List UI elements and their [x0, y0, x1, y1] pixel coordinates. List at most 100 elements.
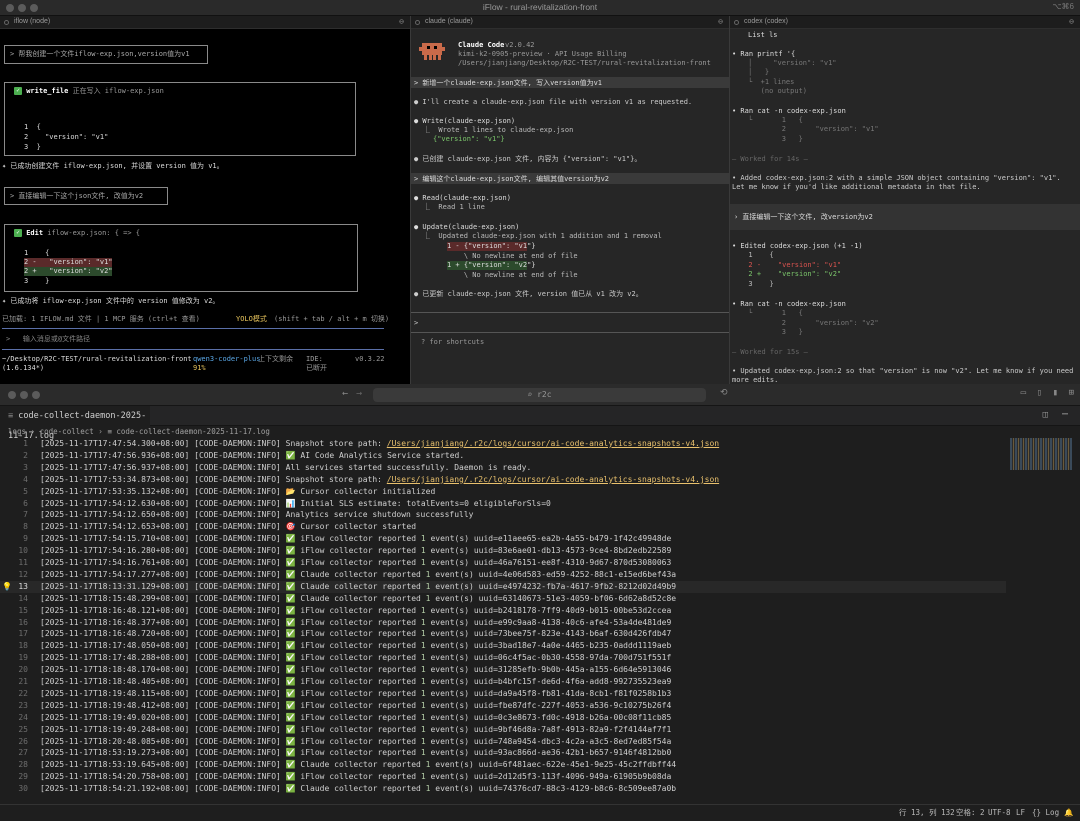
- claude-path: /Users/jianjiang/Desktop/R2C-TEST/rural-…: [458, 59, 711, 67]
- line-number: 8: [23, 522, 28, 532]
- codex-pane[interactable]: codex (codex) ⊖ List ls • Ran printf '{ …: [729, 16, 1080, 384]
- iflow-yolo-hint: (shift + tab / alt + m 切换): [274, 315, 390, 323]
- log-line: [2025-11-17T18:16:48.720+08:00] [CODE-DA…: [40, 629, 672, 639]
- codex-ran2-line: └ 1 {: [748, 116, 803, 124]
- copilot-icon[interactable]: ⟲: [720, 388, 728, 398]
- codex-updated-msg: • Updated codex-exp.json:2 so that "vers…: [732, 367, 1074, 384]
- more-actions-icon[interactable]: ⋯: [1062, 409, 1068, 420]
- cursor-position[interactable]: 行 13, 列 132: [899, 805, 955, 821]
- codex-ran1-line: │ }: [748, 68, 770, 76]
- codex-edited-line: 1 {: [740, 251, 774, 259]
- log-line: [2025-11-17T18:53:19.645+08:00] [CODE-DA…: [40, 760, 677, 770]
- codex-edited-line-added: 2 + "version": "v2": [740, 270, 842, 278]
- log-line: [2025-11-17T17:54:12.653+08:00] [CODE-DA…: [40, 522, 417, 532]
- codex-ran1-line: (no output): [748, 87, 808, 95]
- claude-pane-header: claude (claude) ⊖: [411, 16, 729, 29]
- minimap[interactable]: [1010, 438, 1072, 470]
- line-number: 17: [18, 629, 28, 639]
- codex-edited: • Edited codex-exp.json (+1 -1): [732, 242, 863, 250]
- notifications-bell-icon[interactable]: 🔔: [1064, 805, 1073, 821]
- iflow-status-context: 上下文剩余: [258, 355, 293, 363]
- codex-added-msg: • Added codex-exp.json:2 with a simple J…: [732, 174, 1061, 191]
- breadcrumb[interactable]: logs › code-collect › ≡ code-collect-dae…: [0, 426, 1080, 438]
- back-arrow-icon[interactable]: ←: [342, 388, 348, 399]
- codex-ran1-line: │ "version": "v1": [748, 59, 837, 67]
- iflow-prompt-1: > 帮我创建一个文件iflow-exp.json,version值为v1: [10, 50, 190, 58]
- iflow-status-version: v0.3.22: [355, 355, 385, 363]
- iflow-edit-line-added: 2 + "version": "v2": [24, 267, 113, 276]
- terminal-window: iFlow - rural-revitalization-front ⌥⌘6 i…: [0, 0, 1080, 384]
- line-number: 1: [23, 439, 28, 448]
- claude-input[interactable]: >: [414, 319, 418, 328]
- log-line: [2025-11-17T18:19:49.020+08:00] [CODE-DA…: [40, 712, 672, 722]
- claude-diff-added: 1 + {"version": "v2"}: [447, 261, 536, 270]
- iflow-status-path: ~/Desktop/R2C-TEST/rural-revitalization-…: [2, 355, 192, 363]
- minimize-window-button[interactable]: [20, 391, 28, 399]
- input-divider: [2, 328, 384, 329]
- iflow-write-line-3: 3 }: [24, 143, 41, 151]
- log-line: [2025-11-17T18:19:48.412+08:00] [CODE-DA…: [40, 700, 672, 710]
- line-number: 29: [18, 772, 28, 782]
- editor-tab[interactable]: ≡ code-collect-daemon-2025-11-17.log: [0, 406, 150, 441]
- line-number: 26: [18, 736, 28, 746]
- terminal-titlebar: iFlow - rural-revitalization-front ⌥⌘6: [0, 0, 1080, 16]
- language-mode[interactable]: {} Log: [1032, 805, 1059, 821]
- pane-indicator-icon: [4, 20, 9, 25]
- pane-close-icon[interactable]: ⊖: [1069, 17, 1074, 26]
- line-number: 16: [18, 617, 28, 627]
- toggle-sidebar-icon[interactable]: ▯: [1037, 388, 1042, 398]
- command-search-input[interactable]: ⌕ r2c: [373, 388, 706, 402]
- codex-ran-2: • Ran cat -n codex-exp.json: [732, 107, 846, 115]
- eol-setting[interactable]: LF: [1016, 805, 1025, 821]
- toggle-secondary-icon[interactable]: ▮: [1053, 388, 1058, 398]
- log-line: [2025-11-17T18:18:48.170+08:00] [CODE-DA…: [40, 665, 672, 675]
- file-path-link[interactable]: /Users/jianjiang/.r2c/logs/cursor/ai-cod…: [387, 475, 719, 484]
- claude-done-1: ● 已创建 claude-exp.json 文件, 内容为 {"version"…: [414, 155, 642, 163]
- line-number: 2: [23, 450, 28, 460]
- codex-worked-2: — Worked for 15s —: [732, 348, 808, 356]
- line-number: 15: [18, 605, 28, 615]
- check-icon: ✓: [14, 229, 22, 237]
- indent-setting[interactable]: 空格: 2: [956, 805, 985, 821]
- claude-read-result: ⎿ Read 1 line: [423, 203, 485, 211]
- log-line: [2025-11-17T17:54:16.280+08:00] [CODE-DA…: [40, 546, 672, 556]
- codex-ran2-line: 2 "version": "v1": [748, 125, 879, 133]
- window-title: iFlow - rural-revitalization-front: [482, 2, 598, 12]
- toggle-panel-icon[interactable]: ▭: [1021, 388, 1026, 398]
- line-number: 20: [18, 665, 28, 675]
- layout-icon[interactable]: ⊞: [1069, 388, 1074, 398]
- claude-update-call: ● Update(claude-exp.json): [414, 223, 520, 231]
- zoom-window-button[interactable]: [32, 391, 40, 399]
- iflow-status-branch: (1.6.134*): [2, 364, 45, 372]
- claude-pane[interactable]: claude (claude) ⊖ Claude Code v2.0.42 ki…: [410, 16, 729, 384]
- log-editor[interactable]: 1 [2025-11-17T17:47:54.300+08:00] [CODE-D…: [0, 438, 1010, 798]
- log-line: [2025-11-17T18:17:48.288+08:00] [CODE-DA…: [40, 653, 672, 663]
- line-number: 24: [18, 712, 28, 722]
- close-window-button[interactable]: [8, 391, 16, 399]
- iflow-pane-header: iflow (node) ⊖: [0, 16, 410, 29]
- window-shortcut: ⌥⌘6: [1052, 2, 1074, 11]
- lightbulb-icon[interactable]: 💡: [2, 581, 12, 593]
- log-line: [2025-11-17T18:54:20.758+08:00] [CODE-DA…: [40, 772, 672, 782]
- iflow-result-2: ✦ 已成功将 iflow-exp.json 文件中的 version 值修改为 …: [2, 297, 220, 305]
- log-line: [2025-11-17T17:54:16.761+08:00] [CODE-DA…: [40, 558, 672, 567]
- log-line: [2025-11-17T17:47:54.300+08:00] [CODE-DA…: [40, 439, 720, 448]
- split-editor-icon[interactable]: ◫: [1043, 410, 1048, 420]
- iflow-prompt-2: > 直接编辑一下这个json文件, 改值为v2: [10, 192, 144, 200]
- editor-tabbar: ≡ code-collect-daemon-2025-11-17.log ◫ ⋯: [0, 406, 1080, 441]
- forward-arrow-icon[interactable]: →: [356, 388, 362, 399]
- codex-list-cmd: List ls: [748, 31, 778, 39]
- iflow-pane[interactable]: iflow (node) ⊖ > 帮我创建一个文件iflow-exp.json,…: [0, 16, 410, 384]
- line-number: 4: [23, 474, 28, 484]
- log-line: [2025-11-17T18:15:48.299+08:00] [CODE-DA…: [40, 593, 677, 603]
- pane-close-icon[interactable]: ⊖: [718, 17, 723, 26]
- encoding-setting[interactable]: UTF-8: [988, 805, 1011, 821]
- iflow-message-input[interactable]: > 输入消息或@文件路径: [6, 335, 90, 344]
- codex-edited-line: 3 }: [740, 280, 774, 288]
- iflow-edit-line-1: 1 {: [24, 249, 50, 257]
- file-path-link[interactable]: /Users/jianjiang/.r2c/logs/cursor/ai-cod…: [387, 439, 719, 448]
- editor-window: ← → ⌕ r2c ⟲ ▭ ▯ ▮ ⊞ ≡ code-collect-daemo…: [0, 384, 1080, 820]
- pane-close-icon[interactable]: ⊖: [399, 17, 404, 26]
- iflow-write-line-1: 1 {: [24, 123, 41, 131]
- codex-ran3-line: └ 1 {: [748, 309, 803, 317]
